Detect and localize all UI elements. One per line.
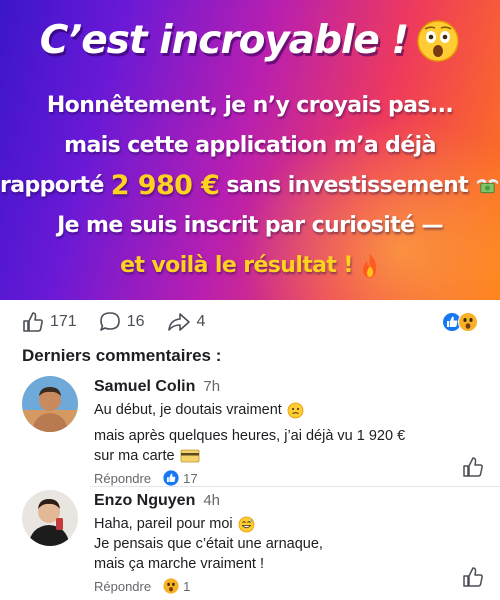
banner-title: C’est incroyable ! (0, 18, 500, 63)
banner-title-text: C’est incroyable ! (39, 18, 409, 63)
comment-line: sur ma carte (94, 446, 450, 466)
banner-text-block: Honnêtement, je n’y croyais pas... mais … (0, 86, 500, 286)
comment-author[interactable]: Samuel Colin (94, 378, 195, 396)
comment-actions: Répondre 17 (94, 470, 450, 486)
banner-line-2-text: mais cette application m’a déjà (64, 133, 436, 158)
reply-button[interactable]: Répondre (94, 471, 151, 486)
comment-reaction-number: 1 (183, 578, 191, 594)
comment-line: Au début, je doutais vraiment (94, 400, 450, 420)
comment-header: Samuel Colin 7h (94, 378, 450, 396)
share-count: 4 (196, 313, 206, 330)
comment-bubble-icon (99, 312, 120, 331)
banner-line-3-after: sans investissement (226, 173, 469, 198)
comment-actions: Répondre 1 (94, 578, 450, 594)
comment-item: Enzo Nguyen 4h Haha, pareil pour moi Je … (0, 490, 500, 600)
comment-line-text: mais ça marche vraiment ! (94, 556, 265, 572)
comment-text: Haha, pareil pour moi Je pensais que c’é… (94, 514, 450, 574)
comment-line: Haha, pareil pour moi (94, 514, 450, 534)
wow-react-icon (163, 578, 179, 594)
comment-line-text: Au début, je doutais vraiment (94, 402, 282, 418)
banner-line-1-text: Honnêtement, je n’y croyais pas... (46, 93, 454, 118)
like-count: 171 (50, 313, 77, 330)
thinking-face-emoji-icon (287, 402, 304, 418)
avatar[interactable] (22, 490, 78, 546)
comment-body: Enzo Nguyen 4h Haha, pareil pour moi Je … (94, 492, 450, 594)
comment-author[interactable]: Enzo Nguyen (94, 492, 195, 510)
comment-line-text: mais après quelques heures, j’ai déjà vu… (94, 428, 406, 444)
comments-section-title: Derniers commentaires : (22, 346, 222, 365)
banner-line-3-before: rapporté (0, 173, 104, 198)
comment-like-icon[interactable] (462, 566, 484, 588)
banner-line-1: Honnêtement, je n’y croyais pas... (0, 86, 500, 126)
comment-item: Samuel Colin 7h Au début, je doutais vra… (0, 376, 500, 486)
reactions-bar: 171 16 4 (0, 300, 500, 344)
banner-line-4: Je me suis inscrit par curiosité — (0, 206, 500, 246)
comment-time: 4h (203, 492, 221, 509)
banner-amount: 2 980 € (110, 170, 220, 201)
comment-reaction-number: 17 (183, 470, 198, 486)
comment-time: 7h (203, 378, 221, 395)
fire-emoji-icon (362, 254, 376, 278)
wow-react-icon (458, 312, 478, 332)
credit-card-emoji-icon (180, 449, 199, 463)
comment-header: Enzo Nguyen 4h (94, 492, 450, 510)
comment-line-text: Haha, pareil pour moi (94, 516, 233, 532)
reaction-summary[interactable] (442, 312, 478, 332)
banner-line-3: rapporté 2 980 € sans investissement (0, 166, 500, 206)
comment-text: Au début, je doutais vraiment mais après… (94, 400, 450, 466)
comment-count-button[interactable]: 16 (99, 311, 145, 333)
comment-line: Je pensais que c’était une arnaque, (94, 534, 450, 554)
comment-reaction-count[interactable]: 1 (163, 578, 190, 594)
comment-line-text: Je pensais que c’était une arnaque, (94, 536, 323, 552)
comment-body: Samuel Colin 7h Au début, je doutais vra… (94, 378, 450, 486)
grinning-sweat-emoji-icon (238, 516, 255, 532)
like-react-icon (163, 470, 179, 486)
comment-line-text: sur ma carte (94, 448, 175, 464)
shocked-face-emoji-icon (417, 19, 459, 62)
share-arrow-icon (167, 313, 190, 331)
comment-divider (90, 486, 500, 487)
comment-line: mais ça marche vraiment ! (94, 554, 450, 574)
comment-reaction-count[interactable]: 17 (163, 470, 198, 486)
banner-line-5-text: et voilà le résultat ! (120, 253, 353, 278)
comment-count: 16 (126, 313, 145, 330)
banner-line-4-text: Je me suis inscrit par curiosité — (57, 213, 443, 238)
reply-button[interactable]: Répondre (94, 579, 151, 594)
money-with-wings-emoji-icon (476, 179, 499, 194)
banner-line-5: et voilà le résultat ! (0, 246, 500, 286)
comment-like-icon[interactable] (462, 456, 484, 478)
avatar[interactable] (22, 376, 78, 432)
like-count-button[interactable]: 171 (22, 311, 77, 333)
share-count-button[interactable]: 4 (167, 311, 206, 333)
promo-banner: C’est incroyable ! Honnêtement, je n’y c… (0, 0, 500, 300)
comment-line: mais après quelques heures, j’ai déjà vu… (94, 426, 450, 446)
thumbs-up-icon (23, 312, 43, 332)
banner-line-2: mais cette application m’a déjà (0, 126, 500, 166)
